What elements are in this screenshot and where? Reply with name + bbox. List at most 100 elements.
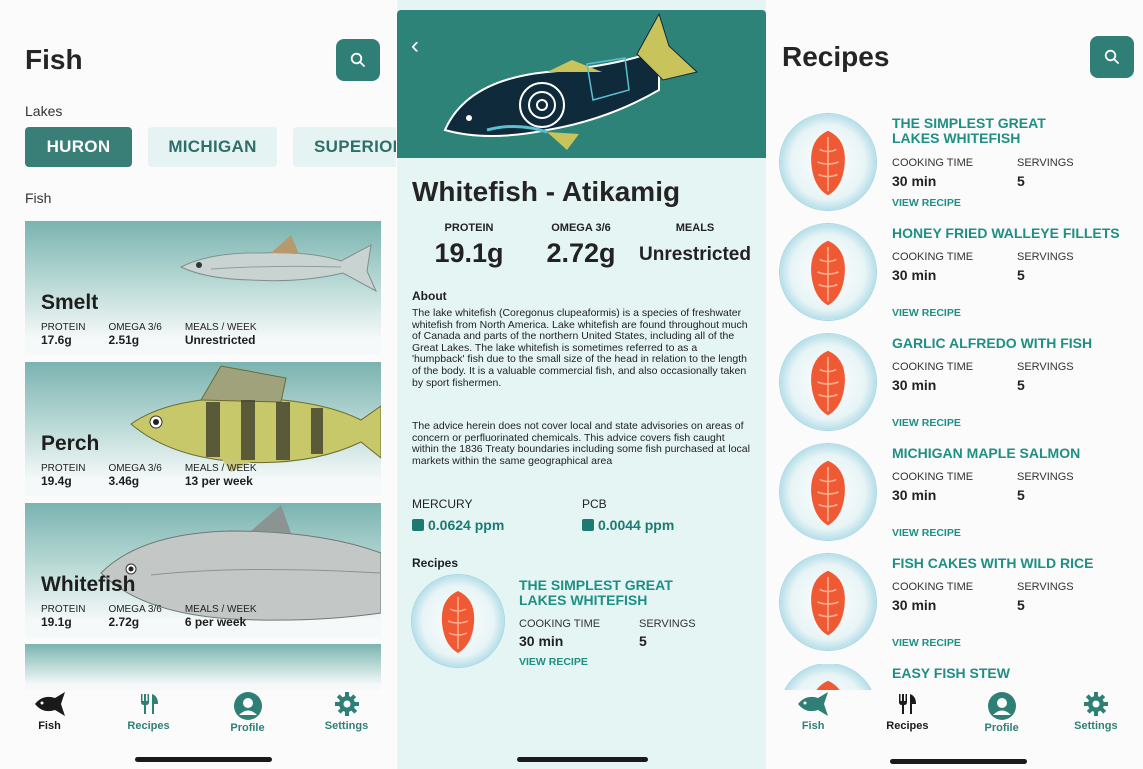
- salmon-fillet-icon: [811, 460, 845, 526]
- pcb-value: 0.0044 ppm: [582, 517, 674, 533]
- recipe-title[interactable]: THE SIMPLEST GREAT LAKES WHITEFISH: [519, 578, 719, 608]
- home-indicator[interactable]: [517, 757, 648, 762]
- omega-value: 2.51g: [108, 333, 140, 347]
- recipe-thumbnail[interactable]: [412, 575, 504, 667]
- detail-stat-omega: OMEGA 3/6 2.72g: [537, 222, 625, 269]
- recipe-title[interactable]: EASY FISH STEW: [892, 666, 1142, 681]
- cooking-time-label: COOKING TIME: [892, 157, 974, 169]
- fish-section-label: Fish: [25, 190, 52, 206]
- tab-settings[interactable]: Settings: [307, 692, 387, 734]
- recipe-title[interactable]: HONEY FRIED WALLEYE FILLETS: [892, 226, 1142, 241]
- stat-label: MEALS: [675, 222, 715, 234]
- servings-value: 5: [1017, 597, 1025, 613]
- recipe-title[interactable]: THE SIMPLEST GREAT LAKES WHITEFISH: [892, 116, 1092, 146]
- tab-profile[interactable]: Profile: [962, 692, 1042, 742]
- salmon-fillet-icon: [441, 591, 475, 653]
- salmon-fillet-icon: [811, 350, 845, 416]
- recipe-thumbnail: [780, 334, 876, 430]
- home-indicator[interactable]: [890, 759, 1027, 764]
- recipe-title[interactable]: MICHIGAN MAPLE SALMON: [892, 446, 1142, 461]
- tab-label: Settings: [1074, 720, 1118, 732]
- tab-profile[interactable]: Profile: [208, 692, 288, 734]
- servings-value: 5: [639, 633, 647, 649]
- pcb-label: PCB: [582, 497, 607, 511]
- fish-icon: [34, 692, 65, 716]
- recipe-list-item[interactable]: MICHIGAN MAPLE SALMON COOKING TIME 30 mi…: [766, 444, 1143, 544]
- salmon-fillet-icon: [811, 240, 845, 306]
- cooking-time-value: 30 min: [892, 267, 937, 283]
- fish-name: Smelt: [41, 291, 99, 314]
- recipe-list-item[interactable]: THE SIMPLEST GREAT LAKES WHITEFISH COOKI…: [766, 114, 1143, 214]
- fish-detail-screen: ‹ Whitefish - Atikamig PROTEIN 19.1g OME…: [397, 0, 766, 769]
- stat-label: PROTEIN: [444, 222, 494, 234]
- view-recipe-link[interactable]: VIEW RECIPE: [892, 637, 961, 649]
- recipe-list-item[interactable]: GARLIC ALFREDO WITH FISH COOKING TIME 30…: [766, 334, 1143, 434]
- search-button[interactable]: [336, 39, 380, 81]
- fish-name: Perch: [41, 432, 100, 455]
- fish-name: Whitefish: [41, 573, 136, 596]
- gear-icon: [1083, 692, 1108, 716]
- tab-recipes[interactable]: Recipes: [109, 692, 189, 734]
- cooking-time-label: COOKING TIME: [519, 618, 601, 630]
- cooking-time-value: 30 min: [892, 377, 937, 393]
- mercury-value: 0.0624 ppm: [412, 517, 504, 533]
- lake-chip-superior[interactable]: SUPERIOR: [293, 127, 396, 167]
- detail-stat-meals: MEALS Unrestricted: [635, 222, 755, 266]
- cooking-time-label: COOKING TIME: [892, 251, 974, 263]
- search-icon: [1104, 49, 1119, 64]
- stat-label: OMEGA 3/6: [551, 222, 611, 234]
- servings-label: SERVINGS: [1017, 251, 1074, 263]
- salmon-fillet-icon: [811, 570, 845, 636]
- lake-chip-michigan[interactable]: MICHIGAN: [148, 127, 277, 167]
- fork-knife-icon: [140, 694, 158, 714]
- tab-recipes[interactable]: Recipes: [867, 692, 947, 742]
- mercury-value-text: 0.0624 ppm: [428, 517, 505, 533]
- view-recipe-link[interactable]: VIEW RECIPE: [892, 307, 961, 319]
- fish-detail-title: Whitefish - Atikamig: [412, 176, 681, 207]
- servings-value: 5: [1017, 173, 1025, 189]
- tab-label: Profile: [230, 722, 265, 734]
- view-recipe-link[interactable]: VIEW RECIPE: [892, 527, 961, 539]
- gear-icon: [334, 692, 359, 716]
- home-indicator[interactable]: [135, 757, 272, 762]
- recipe-list-item[interactable]: FISH CAKES WITH WILD RICE COOKING TIME 3…: [766, 554, 1143, 654]
- recipe-title[interactable]: FISH CAKES WITH WILD RICE: [892, 556, 1142, 571]
- stat-value: Unrestricted: [639, 244, 751, 265]
- recipe-title[interactable]: GARLIC ALFREDO WITH FISH: [892, 336, 1142, 351]
- recipe-list-item[interactable]: EASY FISH STEW: [766, 664, 1143, 690]
- servings-value: 5: [1017, 487, 1025, 503]
- back-chevron-icon[interactable]: ‹: [411, 32, 419, 60]
- view-recipe-link[interactable]: VIEW RECIPE: [519, 656, 588, 668]
- omega-value: 3.46g: [108, 474, 140, 488]
- protein-value: 17.6g: [41, 333, 72, 347]
- tab-settings[interactable]: Settings: [1056, 692, 1136, 742]
- view-recipe-link[interactable]: VIEW RECIPE: [892, 417, 961, 429]
- cooking-time-value: 30 min: [892, 597, 937, 613]
- servings-label: SERVINGS: [1017, 361, 1074, 373]
- salmon-fillet-icon: [811, 130, 845, 196]
- tab-fish[interactable]: Fish: [773, 692, 853, 742]
- hero-banner: ‹: [397, 10, 766, 158]
- profile-icon: [233, 692, 262, 720]
- fish-stats: PROTEIN 19.1g OMEGA 3/6 2.72g MEALS / WEEK…: [41, 604, 280, 629]
- about-heading: About: [412, 289, 447, 303]
- omega-label: OMEGA 3/6: [108, 463, 162, 474]
- view-recipe-link[interactable]: VIEW RECIPE: [892, 197, 961, 209]
- protein-value: 19.4g: [41, 474, 72, 488]
- bar-chart-icon: [582, 519, 594, 531]
- search-button[interactable]: [1090, 36, 1134, 78]
- lake-chip-huron[interactable]: HURON: [25, 127, 132, 167]
- recipe-thumbnail: [780, 114, 876, 210]
- fish-card-smelt[interactable]: Smelt PROTEIN 17.6g OMEGA 3/6 2.51g MEALS …: [25, 221, 381, 355]
- whitefish-art-illustration: [443, 12, 699, 150]
- recipe-list-item[interactable]: HONEY FRIED WALLEYE FILLETS COOKING TIME…: [766, 224, 1143, 324]
- tab-fish[interactable]: Fish: [10, 692, 90, 734]
- recipe-thumbnail: [780, 444, 876, 540]
- fish-card-whitefish[interactable]: Whitefish PROTEIN 19.1g OMEGA 3/6 2.72g ME…: [25, 503, 381, 637]
- fish-card-perch[interactable]: Perch PROTEIN 19.4g OMEGA 3/6 3.46g MEALS …: [25, 362, 381, 496]
- fish-card-partial[interactable]: [25, 644, 381, 690]
- salmon-fillet-icon: [816, 680, 840, 690]
- page-title: Fish: [25, 44, 83, 75]
- meals-value: 6 per week: [184, 615, 247, 629]
- smelt-illustration: [179, 235, 378, 293]
